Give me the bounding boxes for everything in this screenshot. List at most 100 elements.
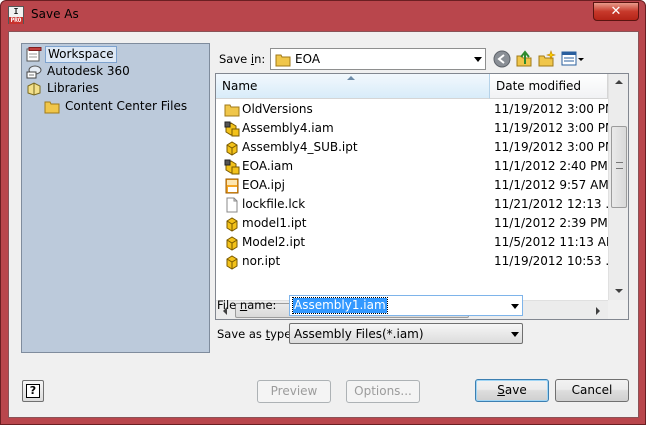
scroll-right-button[interactable] xyxy=(589,302,606,319)
app-icon-letter: I xyxy=(13,7,19,16)
scroll-up-button[interactable] xyxy=(610,74,628,91)
chevron-down-icon xyxy=(615,289,623,293)
column-header-label: Date modified xyxy=(496,79,582,93)
file-date: 11/21/2012 12:13 ... xyxy=(494,197,617,211)
file-name: Assembly4.iam xyxy=(242,121,334,135)
chevron-down-icon[interactable] xyxy=(511,304,519,309)
save-in-label: Save in: xyxy=(219,52,265,66)
file-name: nor.ipt xyxy=(242,254,281,268)
chevron-down-icon xyxy=(511,332,519,337)
new-folder-icon[interactable] xyxy=(538,50,556,68)
libraries-icon xyxy=(27,82,41,96)
save-button[interactable]: Save xyxy=(475,379,549,402)
assembly-file-icon xyxy=(224,159,240,175)
close-button[interactable]: ✕ xyxy=(593,2,639,21)
save-as-type-label-text: Save as xyxy=(217,327,266,341)
preview-button-label: Preview xyxy=(270,384,318,398)
save-as-type-dropdown[interactable]: Assembly Files(*.iam) xyxy=(289,323,523,344)
workspace-icon xyxy=(26,47,42,62)
place-label: Content Center Files xyxy=(65,99,188,113)
chevron-right-icon xyxy=(596,307,600,315)
save-in-label-text: n: xyxy=(254,52,266,66)
save-as-dialog: I PRO Save As ✕ Workspace Autodesk 360 L… xyxy=(0,0,646,425)
file-date: 11/19/2012 10:53 ... xyxy=(494,254,617,268)
file-row-eoa-iam[interactable]: EOA.iam 11/1/2012 2:40 PM xyxy=(216,157,608,176)
place-label: Workspace xyxy=(45,46,117,63)
file-name: EOA.iam xyxy=(242,159,294,173)
place-label: Libraries xyxy=(47,81,99,95)
help-button[interactable]: ? xyxy=(22,380,44,402)
file-list[interactable]: Name Date modified OldVersions 11/19/201… xyxy=(215,73,629,320)
file-date: 11/19/2012 3:00 PM xyxy=(494,140,616,154)
folder-icon xyxy=(224,104,240,117)
save-button-label: ave xyxy=(504,383,527,397)
part-file-icon xyxy=(226,217,238,232)
file-row-oldversions[interactable]: OldVersions 11/19/2012 3:00 PM xyxy=(216,100,615,119)
views-menu-icon[interactable] xyxy=(561,50,585,68)
file-row-lockfile-lck[interactable]: lockfile.lck 11/21/2012 12:13 ... xyxy=(216,195,617,214)
file-row-assembly4-sub-ipt[interactable]: Assembly4_SUB.ipt 11/19/2012 3:00 PM xyxy=(216,138,615,157)
file-name: Assembly4_SUB.ipt xyxy=(242,140,358,154)
grip-icon xyxy=(616,162,623,169)
file-name: EOA.ipj xyxy=(242,178,285,192)
file-name: OldVersions xyxy=(242,102,313,116)
dialog-client-area: Workspace Autodesk 360 Libraries Content… xyxy=(8,31,639,418)
file-name-combobox[interactable]: Assembly1.iam xyxy=(289,295,523,316)
file-row-model1-ipt[interactable]: model1.ipt 11/1/2012 2:39 PM xyxy=(216,214,608,233)
column-header-label: Name xyxy=(222,79,258,93)
file-date: 11/19/2012 3:00 PM xyxy=(494,121,616,135)
save-in-value: EOA xyxy=(295,52,321,66)
column-header-name[interactable]: Name xyxy=(216,74,490,99)
file-name-input[interactable]: Assembly1.iam xyxy=(292,297,388,314)
part-file-icon xyxy=(226,141,238,156)
file-date: 11/1/2012 2:39 PM xyxy=(494,216,608,230)
back-icon[interactable] xyxy=(493,50,511,68)
folder-icon xyxy=(275,54,291,67)
places-pane: Workspace Autodesk 360 Libraries Content… xyxy=(21,43,210,353)
vertical-scroll-thumb[interactable] xyxy=(611,126,627,208)
help-icon: ? xyxy=(26,384,40,398)
chevron-up-icon xyxy=(615,80,623,84)
autodesk-360-icon xyxy=(26,65,42,79)
folder-icon xyxy=(44,101,60,114)
file-name-label-text: ame: xyxy=(247,298,277,312)
close-icon: ✕ xyxy=(610,4,622,19)
place-label: Autodesk 360 xyxy=(47,64,130,78)
file-row-assembly4-iam[interactable]: Assembly4.iam 11/19/2012 3:00 PM xyxy=(216,119,615,138)
file-date: 11/19/2012 3:00 PM xyxy=(494,102,616,116)
file-name-label: File name: xyxy=(217,298,276,312)
file-row-model2-ipt[interactable]: Model2.ipt 11/5/2012 11:13 AM xyxy=(216,233,616,252)
save-button-accel: S xyxy=(497,383,505,397)
file-name: model1.ipt xyxy=(242,216,307,230)
file-name-label-text: File xyxy=(217,298,240,312)
options-button-label: Options... xyxy=(354,384,412,398)
save-in-label-text: Save xyxy=(219,52,251,66)
part-file-icon xyxy=(226,255,238,270)
file-name: lockfile.lck xyxy=(242,197,306,211)
file-row-nor-ipt[interactable]: nor.ipt 11/19/2012 10:53 ... xyxy=(216,252,617,271)
assembly-file-icon xyxy=(224,121,240,137)
save-as-type-value: Assembly Files(*.iam) xyxy=(294,327,424,341)
save-in-dropdown[interactable]: EOA xyxy=(270,48,486,70)
window-title: Save As xyxy=(31,7,79,21)
title-bar[interactable]: I PRO Save As ✕ xyxy=(1,1,645,29)
file-row-eoa-ipj[interactable]: EOA.ipj 11/1/2012 9:57 AM xyxy=(216,176,609,195)
project-file-icon xyxy=(225,178,239,194)
options-button[interactable]: Options... xyxy=(346,380,420,403)
file-name: Model2.ipt xyxy=(242,235,306,249)
vertical-scrollbar[interactable] xyxy=(608,74,628,300)
chevron-down-icon xyxy=(474,57,482,62)
generic-file-icon xyxy=(226,197,238,213)
app-icon-badge: PRO xyxy=(9,17,23,24)
column-header-date-modified[interactable]: Date modified xyxy=(490,74,608,99)
file-date: 11/1/2012 2:40 PM xyxy=(494,159,608,173)
preview-button[interactable]: Preview xyxy=(257,380,331,403)
scrollbar-corner xyxy=(608,300,628,319)
file-date: 11/1/2012 9:57 AM xyxy=(494,178,609,192)
scroll-down-button[interactable] xyxy=(610,283,628,300)
cancel-button[interactable]: Cancel xyxy=(555,379,629,402)
save-as-type-label: Save as type: xyxy=(217,327,295,341)
inventor-pro-icon: I PRO xyxy=(8,6,24,24)
file-date: 11/5/2012 11:13 AM xyxy=(494,235,617,249)
up-folder-icon[interactable] xyxy=(515,50,533,68)
